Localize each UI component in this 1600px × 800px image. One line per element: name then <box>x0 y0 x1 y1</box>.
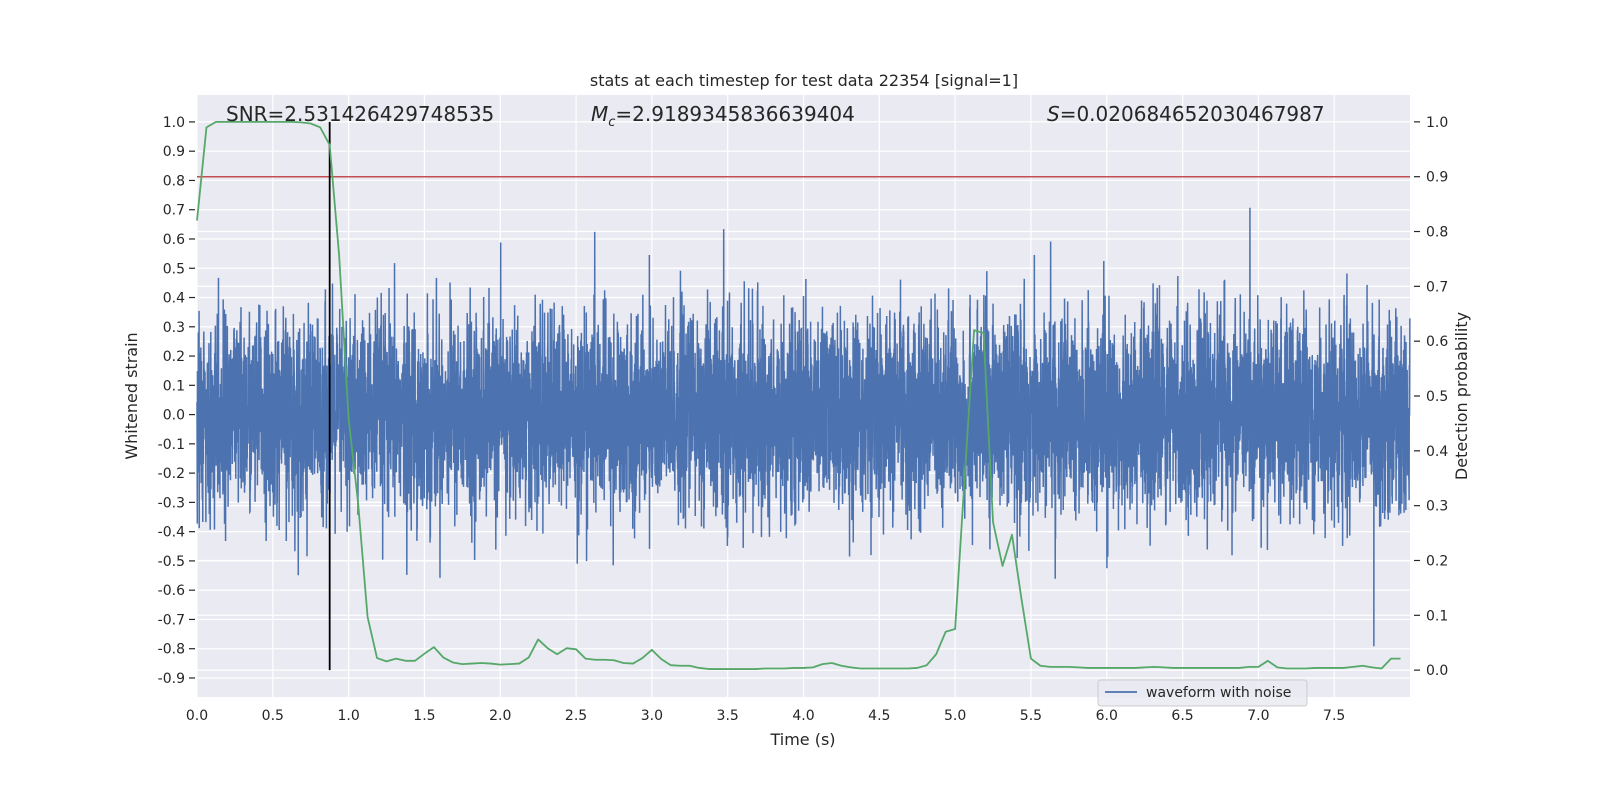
y-tick-label: 0.2 <box>163 349 185 365</box>
x-tick-label: 1.5 <box>413 708 435 724</box>
y-tick-label: 0.8 <box>163 173 185 189</box>
x-tick-label: 5.5 <box>1020 708 1042 724</box>
x-tick-label: 1.0 <box>337 708 359 724</box>
y-tick-label: -0.7 <box>158 612 185 628</box>
y-tick-label: 0.4 <box>163 291 185 307</box>
y-right-tick-label: 0.9 <box>1426 170 1448 186</box>
y-tick-label: 1.0 <box>163 115 185 131</box>
x-axis-label: Time (s) <box>769 730 835 749</box>
y-tick-label: 0.5 <box>163 261 185 277</box>
y-tick-label: 0.6 <box>163 232 185 248</box>
x-tick-label: 7.5 <box>1323 708 1345 724</box>
x-tick-label: 4.0 <box>792 708 814 724</box>
y-tick-label: -0.6 <box>158 583 185 599</box>
y-tick-label: -0.5 <box>158 554 185 570</box>
y-right-tick-label: 0.6 <box>1426 334 1448 350</box>
y-tick-label: 0.7 <box>163 203 185 219</box>
y-tick-label: 0.1 <box>163 378 185 394</box>
y-right-tick-label: 0.3 <box>1426 499 1448 515</box>
s-value: =0.020684652030467987 <box>1060 102 1325 126</box>
x-tick-label: 3.0 <box>641 708 663 724</box>
s-symbol: S <box>1047 102 1060 126</box>
y-right-tick-label: 0.2 <box>1426 553 1448 569</box>
x-tick-label: 5.0 <box>944 708 966 724</box>
x-tick-label: 2.0 <box>489 708 511 724</box>
figure: 0.0 0.5 1.0 1.5 2.0 2.5 3.0 3.5 4.0 4.5 5.0 5.5 6.0 6… <box>122 71 1471 749</box>
y-axis-label: Whitened strain <box>122 332 141 459</box>
y-right-tick-label: 1.0 <box>1426 115 1448 131</box>
y-right-tick-label: 0.4 <box>1426 444 1448 460</box>
x-tick-label: 3.5 <box>717 708 739 724</box>
legend: waveform with noise <box>1097 679 1308 707</box>
y-right-tick-label: 0.0 <box>1426 663 1448 679</box>
y-tick-label: -0.2 <box>158 466 185 482</box>
x-tick-label: 7.0 <box>1247 708 1269 724</box>
y-tick-label: -0.1 <box>158 437 185 453</box>
y-right-tick-label: 0.7 <box>1426 279 1448 295</box>
y-right-tick-label: 0.5 <box>1426 389 1448 405</box>
s-annotation: S=0.020684652030467987 <box>1047 102 1325 126</box>
y-tick-label: 0.3 <box>163 320 185 336</box>
x-tick-label: 2.5 <box>565 708 587 724</box>
y-right-tick-label: 0.8 <box>1426 225 1448 241</box>
chart-title: stats at each timestep for test data 223… <box>590 71 1018 90</box>
y-tick-label: 0.9 <box>163 144 185 160</box>
y-tick-label: -0.3 <box>158 495 185 511</box>
legend-label-waveform: waveform with noise <box>1146 685 1291 701</box>
y-right-tick-label: 0.1 <box>1426 608 1448 624</box>
y-tick-label: -0.8 <box>158 642 185 658</box>
x-tick-label: 0.0 <box>186 708 208 724</box>
x-tick-label: 4.5 <box>868 708 890 724</box>
mc-subscript: c <box>608 115 615 130</box>
y-tick-label: 0.0 <box>163 408 185 424</box>
y-tick-label: -0.9 <box>158 671 185 687</box>
x-tick-label: 6.5 <box>1171 708 1193 724</box>
x-tick-label: 0.5 <box>262 708 284 724</box>
y-right-axis-label: Detection probability <box>1452 312 1471 480</box>
x-tick-label: 6.0 <box>1096 708 1118 724</box>
chirp-mass-annotation: Mc=2.9189345836639404 <box>591 102 855 130</box>
mc-value: =2.9189345836639404 <box>615 102 854 126</box>
y-tick-label: -0.4 <box>158 525 185 541</box>
mc-symbol: M <box>591 102 608 126</box>
snr-annotation: SNR=2.531426429748535 <box>226 102 494 126</box>
